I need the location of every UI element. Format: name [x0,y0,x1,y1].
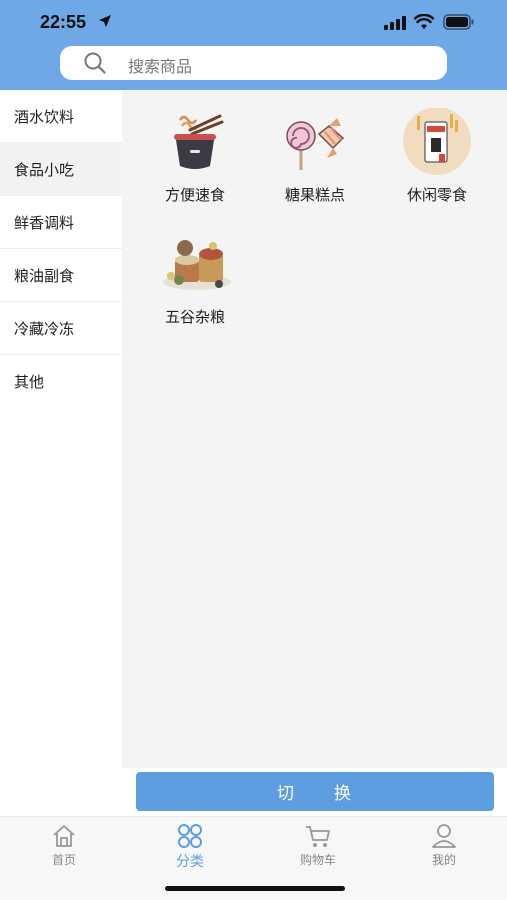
sidebar-item-frozen[interactable]: 冷藏冷冻 [0,302,122,355]
sidebar-item-label: 鲜香调料 [14,213,75,232]
tab-profile[interactable]: 我的 [384,823,504,868]
sidebar-item-snack-food[interactable]: 食品小吃 [0,143,122,196]
subcategory-grains[interactable]: 五谷杂粮 [140,230,250,340]
candy-icon [286,118,345,170]
sidebar-item-seasoning[interactable]: 鲜香调料 [0,196,122,249]
user-icon [432,824,456,848]
battery-icon [443,14,474,30]
header: 22:55 搜索商品 [0,0,507,90]
tab-cart[interactable]: 购物车 [258,823,378,868]
sidebar-item-other[interactable]: 其他 [0,355,122,408]
search-placeholder: 搜索商品 [128,57,193,76]
status-bar: 22:55 [0,0,507,44]
subcategory-instant-food[interactable]: 方便速食 [140,108,250,218]
tab-label: 首页 [51,853,76,867]
sidebar-item-label: 粮油副食 [14,266,75,285]
subcategory-label: 休闲零食 [406,186,467,204]
tab-home[interactable]: 首页 [4,823,124,868]
home-icon [53,825,75,847]
home-indicator [165,886,345,891]
category-sidebar: 酒水饮料 食品小吃 鲜香调料 粮油副食 冷藏冷冻 其他 [0,90,122,816]
cart-icon [306,826,330,847]
tab-label: 购物车 [299,853,336,867]
switch-bar: 切 换 [122,768,507,816]
sidebar-item-label: 冷藏冷冻 [14,319,75,338]
status-time: 22:55 [40,12,87,32]
sidebar-item-label: 食品小吃 [14,160,75,179]
location-arrow-icon [99,15,111,27]
subcategory-candy-pastry[interactable]: 糖果糕点 [260,108,370,218]
sidebar-item-label: 酒水饮料 [14,107,75,126]
subcategory-label: 糖果糕点 [284,186,345,204]
subcategory-snacks[interactable]: 休闲零食 [382,108,492,218]
grains-icon [163,240,231,290]
subcategory-label: 五谷杂粮 [164,308,225,326]
wifi-icon [414,14,434,29]
search-input[interactable]: 搜索商品 [60,46,447,80]
tab-category[interactable]: 分类 [130,823,250,871]
category-icon [178,824,202,848]
snack-icon [403,108,471,175]
sidebar-item-label: 其他 [14,373,45,391]
subcategory-grid: 方便速食 糖果糕点 休闲零食 五谷杂粮 [122,90,507,768]
cellular-signal-icon [384,16,406,30]
switch-button[interactable]: 切 换 [136,772,494,811]
subcategory-label: 方便速食 [164,186,225,204]
instant-noodle-icon [174,114,224,169]
search-icon [84,52,106,74]
tab-label: 分类 [176,854,204,870]
tab-label: 我的 [431,853,456,867]
sidebar-item-drinks[interactable]: 酒水饮料 [0,90,122,143]
sidebar-item-grain-oil[interactable]: 粮油副食 [0,249,122,302]
